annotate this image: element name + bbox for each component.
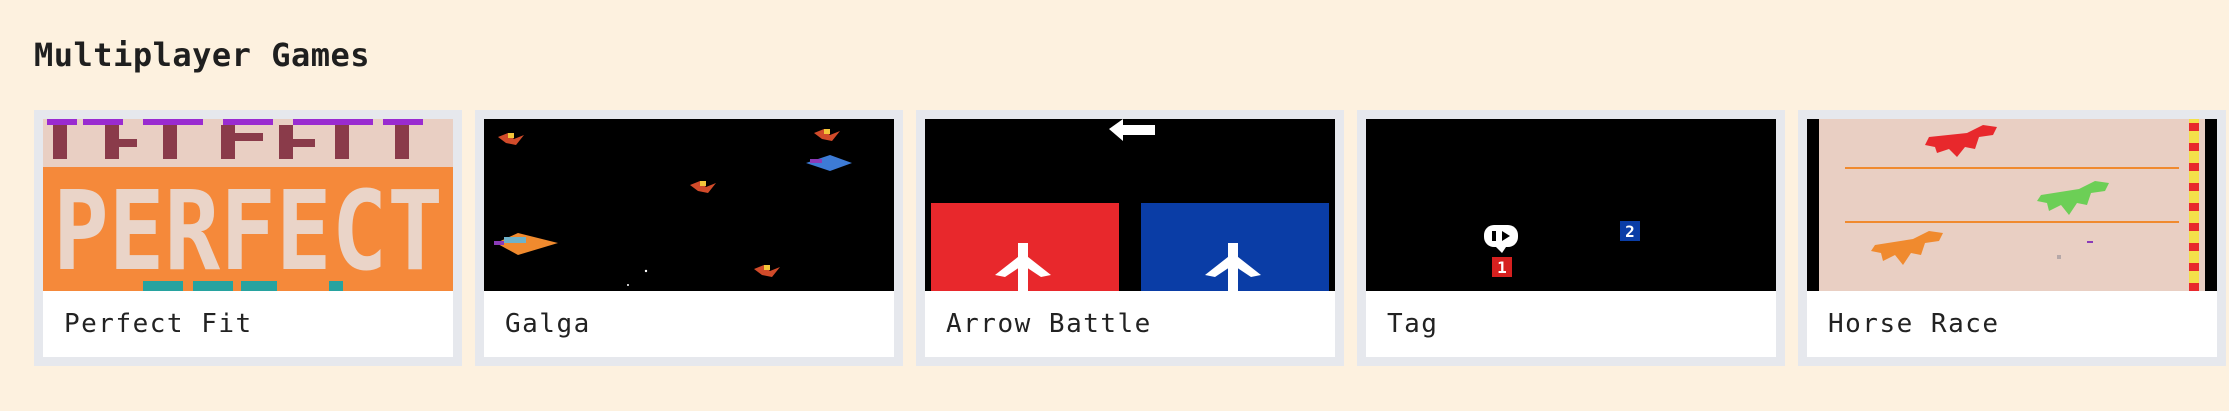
games-gallery: PERFECT Perfect Fit Galga Arrow Battle 1… xyxy=(34,110,2226,366)
arrow-battle-thumbnail[interactable] xyxy=(925,119,1335,291)
player-2-label: 2 xyxy=(1625,222,1635,241)
game-title: Tag xyxy=(1387,309,1439,339)
player-1-label: 1 xyxy=(1497,258,1507,277)
section-title: Multiplayer Games xyxy=(34,36,371,74)
game-title: Arrow Battle xyxy=(946,309,1152,339)
game-title: Galga xyxy=(505,309,591,339)
galga-thumbnail[interactable] xyxy=(484,119,894,291)
game-card-tag[interactable]: 1 2 Tag xyxy=(1357,110,1785,366)
game-card-perfect-fit[interactable]: PERFECT Perfect Fit xyxy=(34,110,462,366)
horse-race-thumbnail[interactable] xyxy=(1807,119,2217,291)
game-card-arrow-battle[interactable]: Arrow Battle xyxy=(916,110,1344,366)
perfect-fit-thumbnail[interactable]: PERFECT xyxy=(43,119,453,291)
tag-thumbnail[interactable]: 1 2 xyxy=(1366,119,1776,291)
game-title: Horse Race xyxy=(1828,309,2000,339)
game-card-horse-race[interactable]: Horse Race xyxy=(1798,110,2226,366)
game-title: Perfect Fit xyxy=(64,309,253,339)
game-card-galga[interactable]: Galga xyxy=(475,110,903,366)
perfect-fit-thumbnail-text: PERFECT xyxy=(53,167,443,291)
